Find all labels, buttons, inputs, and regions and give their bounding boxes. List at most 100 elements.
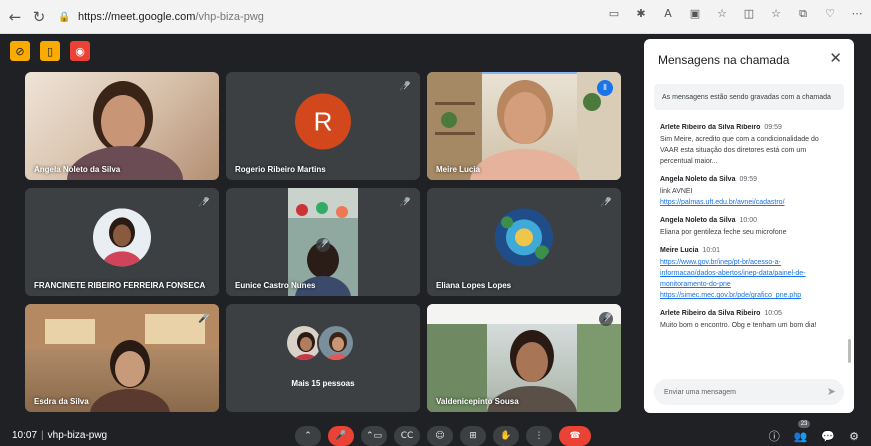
emoji-icon[interactable]: ☺ (427, 426, 453, 446)
reader-icon[interactable]: ▣ (687, 7, 703, 21)
participant-name: Esdra da Silva (34, 397, 89, 406)
chat-panel-title: Mensagens na chamada (658, 53, 790, 67)
host-lock-icon[interactable]: ⊘ (10, 41, 30, 61)
captions-icon[interactable]: CC (394, 426, 420, 446)
pin-icon[interactable]: ✱ (633, 7, 649, 21)
chat-message-author: Meire Lucia (660, 247, 699, 254)
chat-icon[interactable]: 💬 (821, 430, 835, 443)
chat-message-link[interactable]: https://palmas.uft.edu.br/avnei/cadastro… (660, 197, 842, 208)
mic-off-icon: 🎤̸ (316, 238, 330, 252)
chat-message-author: Angela Noleto da Silva (660, 217, 736, 224)
url-path: /vhp-biza-pwg (195, 11, 264, 23)
screen-share-icon[interactable]: ▭ (606, 7, 622, 21)
participant-tile-esdra[interactable]: 🎤̸ Esdra da Silva (25, 304, 219, 412)
meeting-info: 10:07 | vhp-biza-pwg (12, 430, 107, 441)
activities-icon[interactable]: ⚙ (849, 430, 859, 443)
chat-message: Angela Noleto da Silva 10:00 Eliana por ge… (660, 217, 842, 238)
camera-toggle-icon[interactable]: ⌃▭ (361, 426, 387, 446)
meeting-code: vhp-biza-pwg (47, 430, 108, 441)
chat-message-link[interactable]: informacao/dados-abertos/inep-data/paine… (660, 268, 842, 279)
mic-toggle-icon[interactable]: 🎤 (328, 426, 354, 446)
more-options-icon[interactable]: ⋮ (526, 426, 552, 446)
collections-icon[interactable]: ⧉ (795, 7, 811, 21)
avatar (317, 324, 355, 362)
mic-off-icon: 🎤̸ (600, 198, 612, 208)
participant-name: Rogerio Ribeiro Martins (235, 165, 326, 174)
meeting-time: 10:07 (12, 430, 38, 441)
present-screen-icon[interactable]: ⊞ (460, 426, 486, 446)
avatar (93, 208, 151, 267)
chat-message-text: Sim Meire, acredito que com a condiciona… (660, 136, 819, 143)
participant-tile-valdenice[interactable]: 🎤̸ Valdenicepinto Sousa (427, 304, 621, 412)
chat-message-time: 09:59 (739, 176, 757, 183)
participant-tile-francinete[interactable]: 🎤̸ FRANCINETE RIBEIRO FERREIRA FONSECA (25, 188, 219, 296)
participant-tile-rogerio[interactable]: 🎤̸ R Rogerio Ribeiro Martins (226, 72, 420, 180)
participant-video (427, 72, 621, 180)
participant-video (427, 304, 621, 412)
participant-tile-eliana[interactable]: 🎤̸ Eliana Lopes Lopes (427, 188, 621, 296)
back-icon[interactable]: ← (4, 6, 26, 28)
participant-name: Eunice Castro Nunes (235, 281, 316, 290)
chat-message-link[interactable]: monitoramento-do-pne (660, 279, 842, 290)
door-icon[interactable]: ▯ (40, 41, 60, 61)
chat-message-time: 10:01 (702, 247, 721, 254)
chat-message-time: 10:00 (739, 217, 757, 224)
chat-message-text: Eliana por gentileza feche seu microfone (660, 229, 787, 236)
address-bar[interactable]: 🔒 https://meet.google.com/vhp-biza-pwg (58, 6, 603, 28)
people-icon[interactable]: 👥 23 (794, 419, 811, 443)
split-screen-icon[interactable]: ◫ (741, 7, 757, 21)
chat-message: Arlete Ribeiro da Silva Ribeiro 10:05 Muit… (660, 310, 842, 331)
lock-icon: 🔒 (58, 11, 71, 23)
chat-message-header: Arlete Ribeiro da Silva Ribeiro 09:59 (660, 124, 842, 131)
end-call-icon[interactable]: ☎ (559, 426, 591, 446)
more-participants-tile[interactable]: Mais 15 pessoas (226, 304, 420, 412)
mic-off-icon: 🎤̸ (399, 82, 411, 92)
favorite-star-icon[interactable]: ☆ (714, 7, 730, 21)
chat-message-link[interactable]: https://simec.mec.gov.br/pde/grafico_pne… (660, 290, 842, 301)
favorites-icon[interactable]: ☆ (768, 7, 784, 21)
chat-message-text: link AVNEI (660, 188, 693, 195)
message-input[interactable]: Enviar uma mensagem ➤ (654, 379, 844, 405)
recording-icon[interactable]: ◉ (70, 41, 90, 61)
reload-icon[interactable]: ↻ (28, 6, 50, 28)
chat-message-time: 10:05 (764, 310, 782, 317)
participant-name: Eliana Lopes Lopes (436, 281, 512, 290)
mic-off-icon: 🎤̸ (599, 312, 613, 326)
participant-tile-eunice[interactable]: 🎤̸ 🎤̸ Eunice Castro Nunes (226, 188, 420, 296)
speaking-indicator-icon: ⦀ (597, 80, 613, 96)
chat-messages[interactable]: Arlete Ribeiro da Silva Ribeiro 09:59 Sim … (660, 124, 842, 370)
participant-name: Meire Lucia (436, 165, 481, 174)
raise-hand-icon[interactable]: ✋ (493, 426, 519, 446)
chat-message-link[interactable]: https://www.gov.br/inep/pt-br/acesso-a- (660, 257, 842, 268)
participant-count-badge: 23 (797, 419, 811, 428)
mic-off-icon: 🎤̸ (399, 198, 411, 208)
browser-icons: ▭ ✱ A ▣ ☆ ◫ ☆ ⧉ ♡ ⋯ (606, 7, 865, 21)
chat-message-text: Muito bom o encontro. Obg e tenham um bo… (660, 322, 817, 329)
avatar (495, 208, 553, 267)
participant-name: Valdenicepinto Sousa (436, 397, 519, 406)
participant-name: FRANCINETE RIBEIRO FERREIRA FONSECA (34, 281, 206, 290)
bottom-toolbar: 10:07 | vhp-biza-pwg ⌃ 🎤 ⌃▭ CC ☺ ⊞ ✋ ⋮ ☎ ⓘ… (0, 419, 871, 446)
browser-toolbar: ← ↻ 🔒 https://meet.google.com/vhp-biza-p… (0, 0, 871, 34)
chat-message-text: percentual maior... (660, 158, 718, 165)
message-input-placeholder: Enviar uma mensagem (664, 388, 736, 396)
chat-message-header: Angela Noleto da Silva 10:00 (660, 217, 842, 224)
call-controls: ⌃ 🎤 ⌃▭ CC ☺ ⊞ ✋ ⋮ ☎ (295, 426, 591, 446)
chat-message-header: Arlete Ribeiro da Silva Ribeiro 10:05 (660, 310, 842, 317)
chat-message-time: 09:59 (764, 124, 782, 131)
more-participants-label: Mais 15 pessoas (291, 379, 355, 388)
chat-message: Arlete Ribeiro da Silva Ribeiro 09:59 Sim … (660, 124, 842, 167)
read-aloud-icon[interactable]: A (660, 7, 676, 21)
chat-message-author: Arlete Ribeiro da Silva Ribeiro (660, 310, 761, 317)
mic-off-icon: 🎤̸ (198, 314, 210, 324)
participant-video (67, 81, 183, 180)
participant-tile-meire[interactable]: ⦀ Meire Lucia (427, 72, 621, 180)
extension-icon[interactable]: ♡ (822, 7, 838, 21)
send-icon[interactable]: ➤ (827, 385, 836, 398)
chat-scrollbar[interactable] (848, 339, 851, 363)
mic-options-chevron-icon[interactable]: ⌃ (295, 426, 321, 446)
avatar: R (295, 93, 351, 150)
more-menu-icon[interactable]: ⋯ (849, 7, 865, 21)
close-icon[interactable]: ✕ (829, 49, 842, 67)
participant-tile-angela[interactable]: Angela Noleto da Silva (25, 72, 219, 180)
